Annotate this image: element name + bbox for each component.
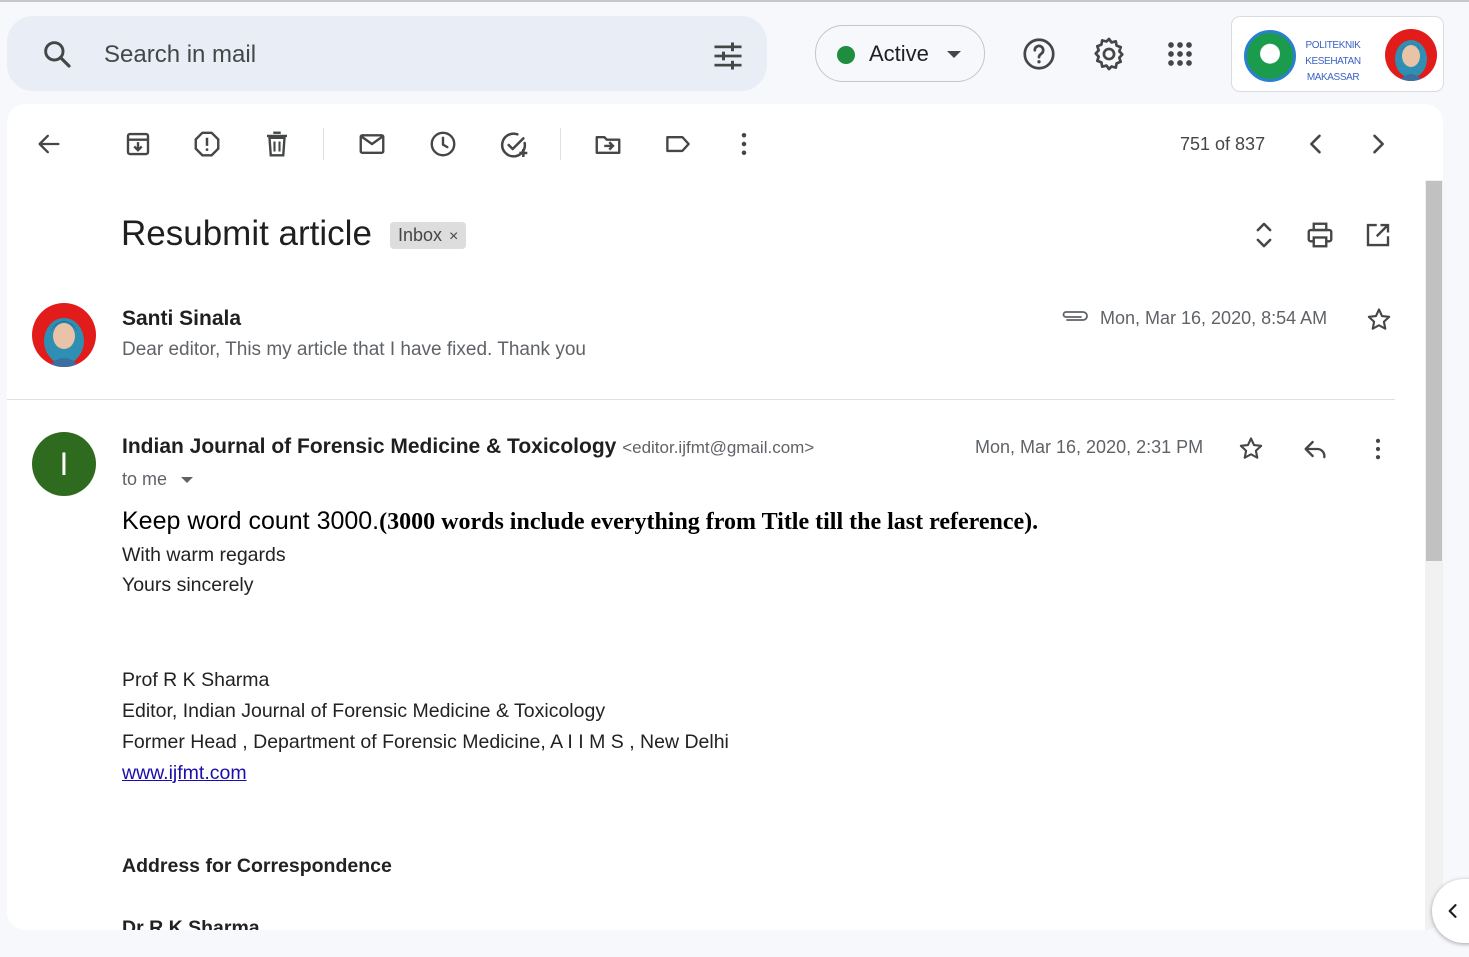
status-label: Active <box>869 41 929 66</box>
chevron-down-icon <box>947 51 961 58</box>
sender-email: <editor.ijfmt@gmail.com> <box>622 438 815 457</box>
star-icon[interactable] <box>1237 435 1265 468</box>
delete-icon[interactable] <box>262 129 292 164</box>
message-sender[interactable]: Santi Sinala <box>122 307 241 331</box>
message-date: Mon, Mar 16, 2020, 8:54 AM <box>1100 308 1328 328</box>
help-icon[interactable] <box>1021 36 1057 77</box>
inbox-label-chip[interactable]: Inbox × <box>390 222 467 249</box>
account-switcher[interactable]: POLITEKNIK KESEHATAN MAKASSAR <box>1231 16 1444 92</box>
search-input[interactable]: Search in mail <box>104 41 256 69</box>
older-chevron-right-icon[interactable] <box>1364 130 1392 163</box>
attachment-icon <box>1059 307 1089 330</box>
signature-former-role: Former Head , Department of Forensic Med… <box>122 731 729 753</box>
chevron-left-icon <box>1448 904 1457 918</box>
message-date: Mon, Mar 16, 2020, 2:31 PM <box>975 437 1204 457</box>
report-spam-icon[interactable] <box>192 129 222 164</box>
message-counter: 751 of 837 <box>1180 134 1266 154</box>
search-icon[interactable] <box>41 38 73 70</box>
organization-logo-text: POLITEKNIK KESEHATAN MAKASSAR <box>1305 40 1361 83</box>
remove-label-icon[interactable]: × <box>449 228 458 245</box>
sender-avatar[interactable]: I <box>32 432 96 496</box>
mark-unread-icon[interactable] <box>357 129 387 164</box>
add-task-icon[interactable] <box>498 129 530 166</box>
print-icon[interactable] <box>1305 220 1335 255</box>
snooze-icon[interactable] <box>428 129 458 164</box>
back-arrow-icon[interactable] <box>35 130 63 163</box>
reply-icon[interactable] <box>1301 435 1329 468</box>
more-vert-icon[interactable] <box>729 129 759 164</box>
search-options-icon[interactable] <box>710 38 746 74</box>
archive-icon[interactable] <box>123 129 153 164</box>
body-word-count: Keep word count 3000. <box>122 507 380 535</box>
address-name: Dr R K Sharma <box>122 917 260 930</box>
body-line: Keep word count 3000.(3000 words include… <box>122 507 1038 536</box>
move-to-folder-icon[interactable] <box>593 129 623 164</box>
scrollbar-thumb[interactable] <box>1426 181 1442 561</box>
organization-logo <box>1244 30 1296 82</box>
more-vert-icon[interactable] <box>1364 435 1392 468</box>
body-line: Yours sincerely <box>122 574 254 596</box>
status-selector[interactable]: Active <box>815 25 985 82</box>
body-line: With warm regards <box>122 544 286 566</box>
account-avatar[interactable] <box>1385 29 1437 81</box>
label-icon[interactable] <box>663 129 693 164</box>
message-view: 751 of 837 Resubmit article Inbox × Santi… <box>7 104 1443 930</box>
sender-avatar[interactable] <box>32 303 96 367</box>
newer-chevron-left-icon[interactable] <box>1302 130 1330 163</box>
message-sender-line: Indian Journal of Forensic Medicine & To… <box>122 435 814 459</box>
recipients-toggle[interactable]: to me <box>122 469 167 490</box>
signature-name: Prof R K Sharma <box>122 669 270 691</box>
chevron-down-icon[interactable] <box>181 477 193 483</box>
inbox-label-text: Inbox <box>398 225 443 245</box>
signature-link[interactable]: www.ijfmt.com <box>122 762 247 785</box>
star-icon[interactable] <box>1365 306 1393 339</box>
status-dot-icon <box>837 46 855 64</box>
top-border <box>0 0 1469 2</box>
apps-grid-icon[interactable] <box>1162 36 1198 77</box>
address-heading: Address for Correspondence <box>122 855 392 877</box>
message-snippet[interactable]: Dear editor, This my article that I have… <box>122 339 586 361</box>
signature-role: Editor, Indian Journal of Forensic Medic… <box>122 700 606 722</box>
message-divider <box>7 399 1395 400</box>
toolbar-divider <box>560 128 561 160</box>
expand-all-icon[interactable] <box>1249 219 1279 256</box>
message-sender[interactable]: Indian Journal of Forensic Medicine & To… <box>122 435 616 458</box>
open-new-window-icon[interactable] <box>1363 220 1393 255</box>
body-word-count-note: (3000 words include everything from Titl… <box>379 509 1039 535</box>
settings-gear-icon[interactable] <box>1090 35 1128 78</box>
search-bar[interactable]: Search in mail <box>7 16 767 91</box>
thread-subject: Resubmit article <box>121 214 372 253</box>
toolbar-divider <box>323 128 324 160</box>
